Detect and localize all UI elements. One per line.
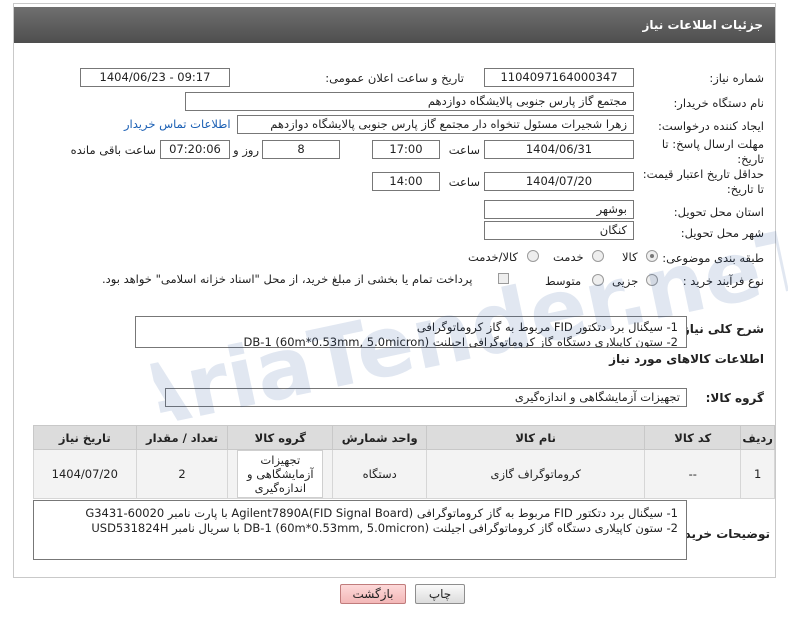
process-radio-minor[interactable]: [646, 274, 658, 286]
category-option-goods: کالا: [622, 250, 638, 264]
row-group-cell: تجهیزات آزمایشگاهی و اندازه‌گیری: [227, 449, 334, 499]
validity-time-label: ساعت: [448, 175, 480, 189]
summary-line-2: 2- ستون کاپیلاری دستگاه گاز کروماتوگرافی…: [243, 335, 678, 348]
row-qty: 2: [135, 449, 229, 499]
treasury-payment-note: پرداخت تمام یا بخشی از مبلغ خرید، از محل…: [102, 272, 473, 286]
days-remaining-field[interactable]: 8: [262, 140, 340, 159]
city-field[interactable]: کنگان: [484, 221, 634, 240]
process-label: نوع فرآیند خرید :: [682, 274, 764, 288]
announce-label: تاریخ و ساعت اعلان عمومی:: [325, 71, 464, 85]
buyer-notes-line-1: 1- سیگنال برد دتکتور FID مربوط به گاز کر…: [85, 506, 678, 520]
treasury-payment-checkbox[interactable]: [498, 273, 509, 284]
row-name: کروماتوگراف گازی: [426, 449, 646, 499]
category-option-both: کالا/خدمت: [468, 250, 519, 264]
process-option-medium: متوسط: [545, 274, 582, 288]
province-label: استان محل تحویل:: [673, 205, 764, 219]
category-option-service: خدمت: [553, 250, 584, 264]
deadline-time-label: ساعت: [448, 143, 480, 157]
process-option-minor: جزیی: [612, 274, 639, 288]
col-group: گروه کالا: [227, 425, 334, 450]
col-qty: تعداد / مقدار: [135, 425, 229, 450]
back-button[interactable]: بازگشت: [340, 584, 406, 604]
print-button[interactable]: چاپ: [415, 584, 465, 604]
goods-group-label: گروه کالا:: [705, 391, 764, 405]
row-number: 1: [740, 449, 775, 499]
need-number-field[interactable]: 1104097164000347: [484, 68, 634, 87]
buyer-org-label: نام دستگاه خریدار:: [673, 96, 764, 110]
deadline-label-date: تاریخ:: [737, 152, 764, 166]
summary-textarea[interactable]: 1- سیگنال برد دتکتور FID مربوط به گاز کر…: [135, 316, 687, 348]
creator-field[interactable]: زهرا شجیرات مسئول تنخواه دار مجتمع گاز پ…: [237, 115, 634, 134]
items-table: ردیف کد کالا نام کالا واحد شمارش گروه کا…: [33, 425, 775, 499]
buyer-notes-textarea[interactable]: 1- سیگنال برد دتکتور FID مربوط به گاز کر…: [33, 500, 687, 560]
col-unit: واحد شمارش: [332, 425, 428, 450]
panel-title: جزئیات اطلاعات نیاز: [14, 7, 775, 43]
goods-info-title: اطلاعات کالاهای مورد نیاز: [609, 352, 764, 366]
need-number-label: شماره نیاز:: [709, 71, 764, 85]
row-code: --: [644, 449, 742, 499]
deadline-label: مهلت ارسال پاسخ: تا: [661, 137, 764, 151]
min-validity-label-date: تا تاریخ:: [726, 182, 764, 196]
category-radio-both[interactable]: [527, 250, 539, 262]
col-date: تاریخ نیاز: [33, 425, 137, 450]
category-radio-service[interactable]: [592, 250, 604, 262]
row-unit: دستگاه: [332, 449, 428, 499]
buyer-notes-line-2: 2- ستون کاپیلاری دستگاه گاز کروماتوگرافی…: [91, 521, 678, 535]
items-table-header: ردیف کد کالا نام کالا واحد شمارش گروه کا…: [33, 425, 775, 450]
remaining-label: ساعت باقی مانده: [70, 143, 156, 157]
time-remaining-field[interactable]: 07:20:06: [160, 140, 230, 159]
table-row[interactable]: 1 -- کروماتوگراف گازی دستگاه تجهیزات آزم…: [33, 449, 775, 499]
announce-field[interactable]: 1404/06/23 - 09:17: [80, 68, 230, 87]
min-validity-label: حداقل تاریخ اعتبار قیمت:: [642, 167, 764, 181]
deadline-time-field[interactable]: 17:00: [372, 140, 440, 159]
summary-line-1: 1- سیگنال برد دتکتور FID مربوط به گاز کر…: [416, 320, 678, 334]
row-group: تجهیزات آزمایشگاهی و اندازه‌گیری: [237, 450, 324, 498]
days-label: روز و: [233, 143, 259, 157]
summary-label: شرح کلی نیاز:: [678, 322, 764, 336]
creator-label: ایجاد کننده درخواست:: [658, 119, 764, 133]
col-name: نام کالا: [426, 425, 646, 450]
validity-time-field[interactable]: 14:00: [372, 172, 440, 191]
city-label: شهر محل تحویل:: [680, 226, 764, 240]
validity-date-field[interactable]: 1404/07/20: [484, 172, 634, 191]
row-date: 1404/07/20: [33, 449, 137, 499]
buyer-org-field[interactable]: مجتمع گاز پارس جنوبی پالایشگاه دوازدهم: [185, 92, 634, 111]
col-row: ردیف: [740, 425, 775, 450]
category-radio-goods[interactable]: [646, 250, 658, 262]
category-label: طبقه بندی موضوعی:: [662, 251, 764, 265]
process-radio-medium[interactable]: [592, 274, 604, 286]
deadline-date-field[interactable]: 1404/06/31: [484, 140, 634, 159]
province-field[interactable]: بوشهر: [484, 200, 634, 219]
buyer-contact-link[interactable]: اطلاعات تماس خریدار: [124, 117, 231, 131]
goods-group-field[interactable]: تجهیزات آزمایشگاهی و اندازه‌گیری: [165, 388, 687, 407]
col-code: کد کالا: [644, 425, 742, 450]
